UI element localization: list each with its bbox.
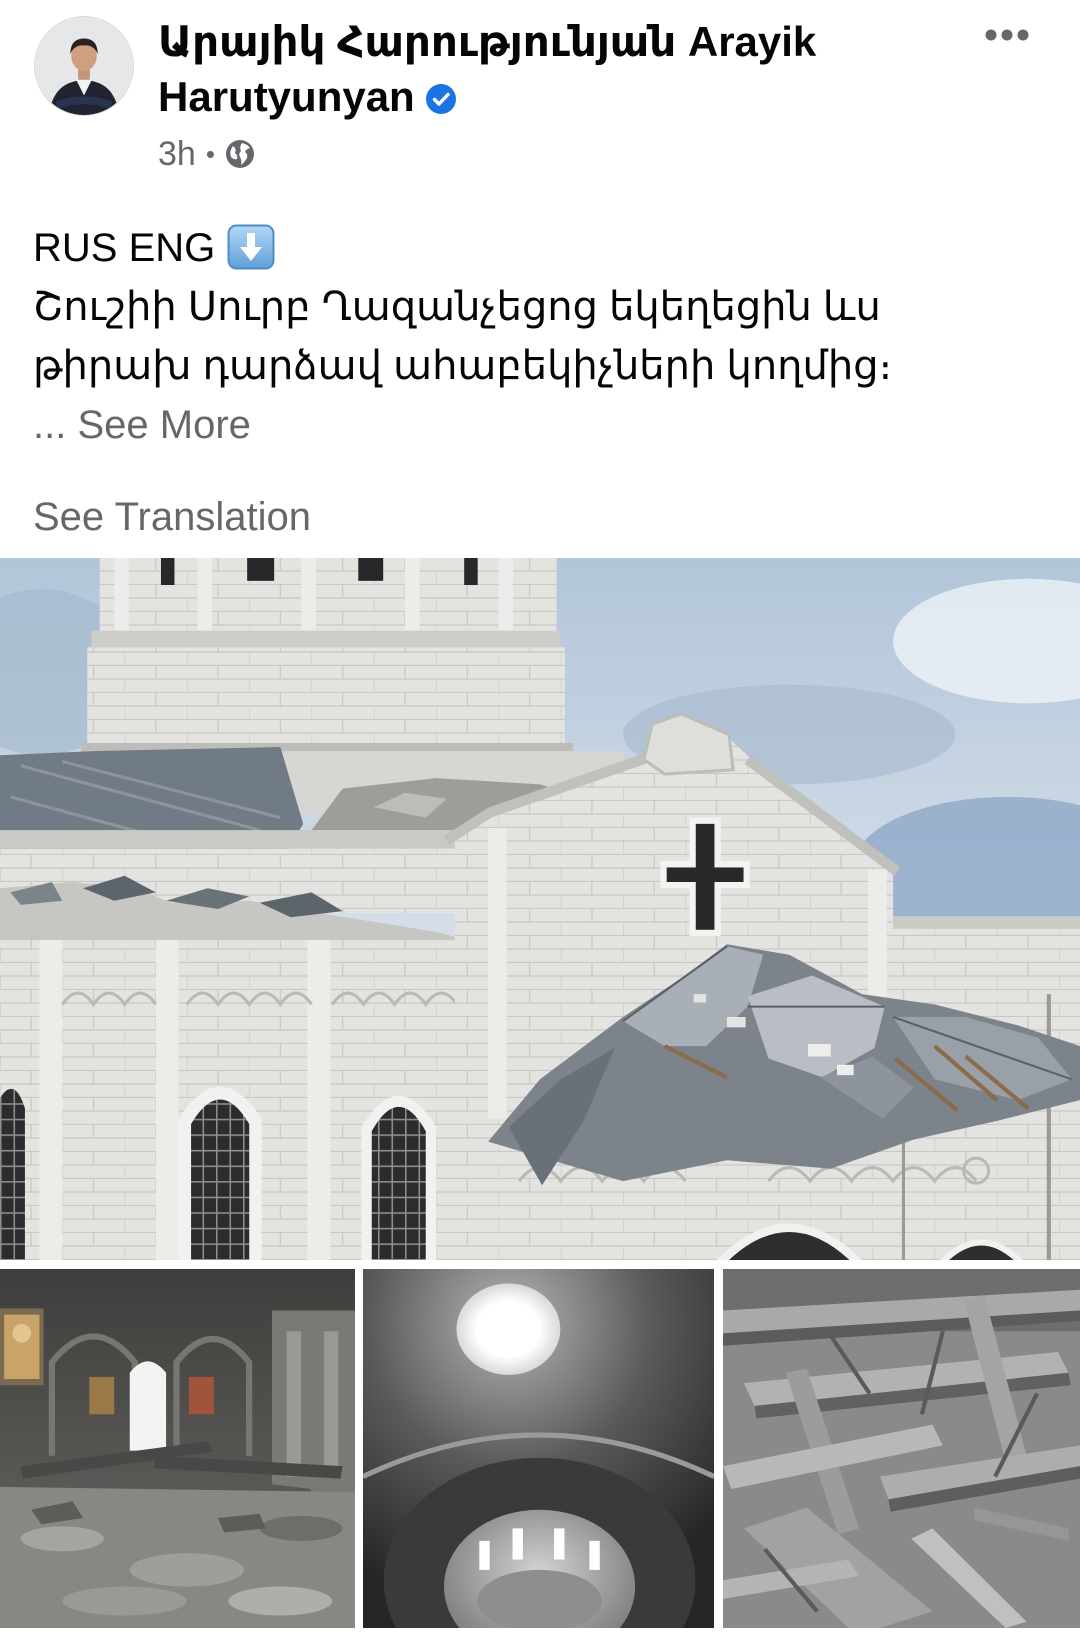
- verified-badge-icon: [425, 83, 457, 115]
- post-timestamp[interactable]: 3h: [158, 134, 196, 174]
- see-more-link[interactable]: See More: [77, 403, 250, 447]
- post-text-line-2: թիրախ դարձավ ահաբեկիչների կողմից։: [33, 344, 893, 388]
- post-photo-interior[interactable]: [0, 1269, 355, 1628]
- post-header-text: RUS ENG: [33, 226, 216, 270]
- arched-window-left: [178, 1086, 262, 1260]
- arched-window-edge: [0, 1088, 25, 1260]
- post-text-line-1: Շուշիի Սուրբ Ղազանչեցոց եկեղեցին ևս: [33, 285, 881, 329]
- shell-hole: [456, 1283, 561, 1375]
- post-text: RUS ENG Շուշիի Սուրբ Ղազանչեցոց եկեղեցին…: [33, 219, 892, 455]
- avatar-photo: [35, 17, 133, 115]
- post-header-line: RUS ENG: [33, 219, 892, 278]
- globe-icon: [225, 139, 255, 169]
- see-translation-link[interactable]: See Translation: [33, 488, 311, 546]
- author-name-text[interactable]: Արայիկ Հարությունյան Arayik Harutyunyan: [158, 18, 816, 120]
- more-options-icon[interactable]: [985, 28, 1029, 42]
- post-photo-pews[interactable]: [723, 1269, 1080, 1628]
- meta-separator: •: [205, 139, 215, 169]
- see-more-line: ... See More: [33, 396, 892, 455]
- post-meta: 3h •: [158, 134, 255, 174]
- author-name[interactable]: Արայիկ Հարությունյան Arayik Harutyunyan: [158, 14, 978, 124]
- post-photo-dome[interactable]: [363, 1269, 714, 1628]
- arched-window-center: [361, 1095, 437, 1260]
- bright-doorway: [129, 1361, 167, 1451]
- rubble-floor: [0, 1486, 355, 1628]
- post-photo-main[interactable]: [0, 558, 1080, 1260]
- ellipsis: ...: [33, 403, 67, 447]
- bell-tower-drum: [81, 558, 574, 754]
- author-avatar[interactable]: [34, 16, 134, 116]
- down-arrow-emoji-icon: [227, 224, 275, 270]
